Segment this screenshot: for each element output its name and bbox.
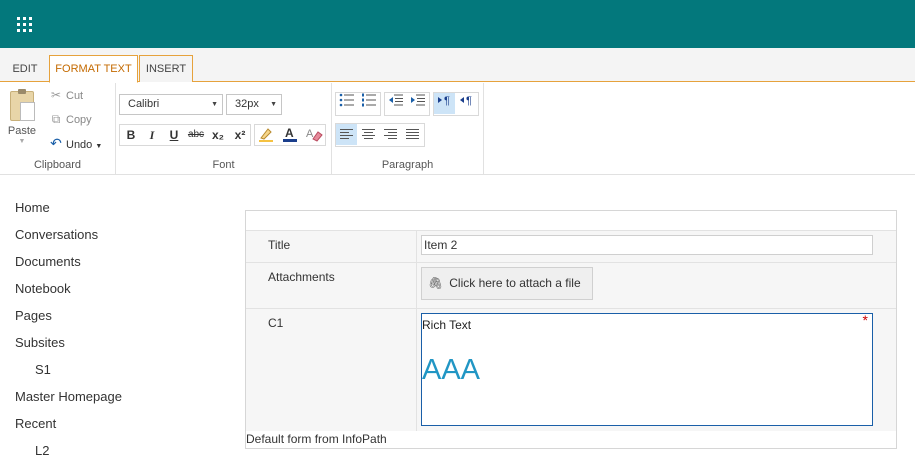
subscript-button[interactable]: x₂ [208,125,228,145]
title-label: Title [268,238,291,252]
font-color-button[interactable]: A [280,125,300,145]
rtl-button[interactable]: ¶ [456,93,477,114]
justify-icon [406,127,419,141]
svg-text:¶: ¶ [444,95,450,107]
font-family-value: Calibri [128,98,160,110]
clipboard-group-label: Clipboard [33,159,82,171]
tab-format-text[interactable]: FORMAT TEXT [49,55,138,83]
cut-button[interactable]: ✂ Cut [48,86,83,104]
ltr-button[interactable]: ¶ [434,93,455,114]
strikethrough-button[interactable]: abc [186,125,206,145]
highlighter-icon [259,128,273,142]
bold-button[interactable]: B [121,125,141,145]
row-divider [416,231,417,262]
undo-icon: ↶ [50,135,62,151]
bullet-list-icon [339,93,354,107]
nav-item-conversations[interactable]: Conversations [15,227,98,242]
align-center-icon [362,127,375,141]
superscript-button[interactable]: x² [230,125,250,145]
attachments-row: Attachments 🖇 Click here to attach a file [246,262,896,308]
svg-text:¶: ¶ [466,95,472,107]
left-to-right-icon: ¶ [437,95,450,107]
app-launcher-waffle-icon[interactable] [0,0,48,48]
underline-button[interactable]: U [164,125,184,145]
form-footer: Default form from InfoPath [246,432,387,446]
align-left-button[interactable] [336,124,357,145]
numbered-list-button[interactable] [358,93,379,114]
nav-item-master-homepage[interactable]: Master Homepage [15,389,122,404]
nav-item-subsites[interactable]: Subsites [15,335,65,350]
nav-item-home[interactable]: Home [15,200,50,215]
align-right-button[interactable] [380,124,401,145]
title-input[interactable] [421,235,873,255]
bullet-list-button[interactable] [336,93,357,114]
infopath-form: Title Attachments 🖇 Click here to attach … [245,210,897,449]
nav-item-documents[interactable]: Documents [15,254,81,269]
attach-file-button[interactable]: 🖇 Click here to attach a file [421,267,593,300]
paste-label: Paste [7,125,37,137]
increase-indent-button[interactable] [407,93,428,114]
undo-label: Undo [66,139,93,151]
required-marker: * [862,312,868,328]
clipboard-group: Paste ▼ ✂ Cut ⧉ Copy ↶ Undo ▼ Clipboard [0,83,116,174]
rich-text-placeholder: Rich Text [422,318,472,332]
decrease-indent-button[interactable] [385,93,406,114]
svg-text:A: A [285,126,294,140]
tab-insert[interactable]: INSERT [139,55,193,82]
paste-icon [10,89,35,121]
copy-button[interactable]: ⧉ Copy [48,110,92,128]
copy-label: Copy [66,114,92,126]
attachments-label: Attachments [268,270,335,284]
c1-row: C1 Rich Text AAA * [246,308,896,431]
attach-file-label: Click here to attach a file [449,276,581,290]
font-family-select[interactable]: Calibri ▼ [119,94,223,115]
eraser-icon: A [306,128,323,142]
ribbon-divider [0,174,915,175]
svg-text:A: A [306,128,314,140]
cut-label: Cut [66,90,84,102]
ribbon: Paste ▼ ✂ Cut ⧉ Copy ↶ Undo ▼ Clipboard Cal… [0,83,915,174]
nav-item-l2[interactable]: L2 [35,443,49,458]
nav-item-notebook[interactable]: Notebook [15,281,71,296]
copy-icon: ⧉ [51,112,61,126]
paste-button[interactable]: Paste ▼ [6,89,38,145]
font-group: Calibri ▼ 32px ▼ B I U abc x₂ x² A A Font [116,83,332,174]
scissors-icon: ✂ [50,88,62,102]
right-to-left-icon: ¶ [459,95,472,107]
paragraph-group: ¶ ¶ Paragraph [332,83,484,174]
paperclip-icon: 🖇 [428,276,444,290]
nav-item-recent[interactable]: Recent [15,416,56,431]
italic-button[interactable]: I [142,125,162,145]
rich-text-content: AAA [422,354,481,386]
font-color-icon: A [283,126,297,142]
chevron-down-icon: ▼ [95,143,103,150]
suite-bar [0,0,915,48]
chevron-down-icon: ▼ [211,101,218,108]
undo-button[interactable]: ↶ Undo ▼ [48,134,102,152]
font-group-label: Font [212,159,235,171]
indent-icon [410,94,425,106]
row-divider [416,263,417,308]
tab-edit[interactable]: EDIT [4,56,46,82]
justify-button[interactable] [402,124,423,145]
ribbon-tabs: EDIT FORMAT TEXT INSERT [0,48,915,83]
c1-label: C1 [268,316,284,330]
font-size-value: 32px [235,98,259,110]
chevron-down-icon: ▼ [18,138,26,145]
clear-format-button[interactable]: A [304,125,324,145]
row-divider [416,309,417,431]
align-left-icon [340,127,353,141]
title-row: Title [246,230,896,262]
outdent-icon [388,94,403,106]
numbered-list-icon [361,93,376,107]
align-right-icon [384,127,397,141]
paragraph-group-label: Paragraph [381,159,434,171]
font-size-select[interactable]: 32px ▼ [226,94,282,115]
nav-item-pages[interactable]: Pages [15,308,52,323]
rich-text-editor[interactable]: Rich Text AAA * [421,312,873,426]
nav-item-s1[interactable]: S1 [35,362,51,377]
align-center-button[interactable] [358,124,379,145]
chevron-down-icon: ▼ [270,101,277,108]
highlight-color-button[interactable] [256,125,276,145]
